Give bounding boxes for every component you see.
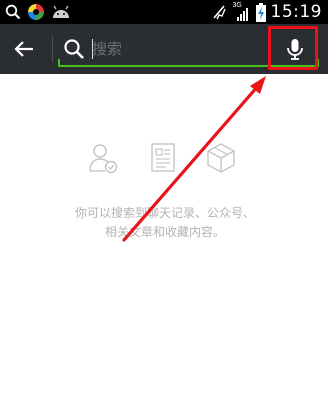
search-icon [64, 39, 84, 59]
back-button[interactable] [10, 36, 38, 62]
screen: 3G 15:19 搜索 你可以搜索到聊天记录、公众号、 相关文章和收藏内容。 [0, 0, 328, 417]
category-icons [88, 142, 238, 174]
android-icon [51, 5, 71, 19]
box-icon [207, 143, 235, 173]
search-hint: 你可以搜索到聊天记录、公众号、 相关文章和收藏内容。 [40, 204, 290, 242]
status-right-icons: 3G 15:19 [212, 0, 323, 24]
back-arrow-icon [14, 41, 33, 57]
status-left-icons [5, 2, 71, 22]
status-time: 15:19 [270, 2, 322, 22]
search-icon [5, 4, 21, 20]
status-bar: 3G 15:19 [0, 0, 328, 24]
header-divider [52, 36, 53, 62]
hint-line-1: 你可以搜索到聊天记录、公众号、 [74, 206, 255, 220]
contact-icon [89, 144, 118, 174]
battery-charging-icon [255, 2, 266, 22]
article-icon [151, 143, 175, 172]
signal-icon: 3G [233, 2, 251, 22]
network-type: 3G [232, 2, 242, 9]
signal-muted-icon [212, 3, 228, 21]
search-input[interactable] [92, 36, 262, 62]
text-cursor [92, 39, 93, 59]
annotation-highlight-box [268, 26, 318, 70]
app-icon [27, 3, 45, 21]
hint-line-2: 相关文章和收藏内容。 [104, 225, 225, 239]
